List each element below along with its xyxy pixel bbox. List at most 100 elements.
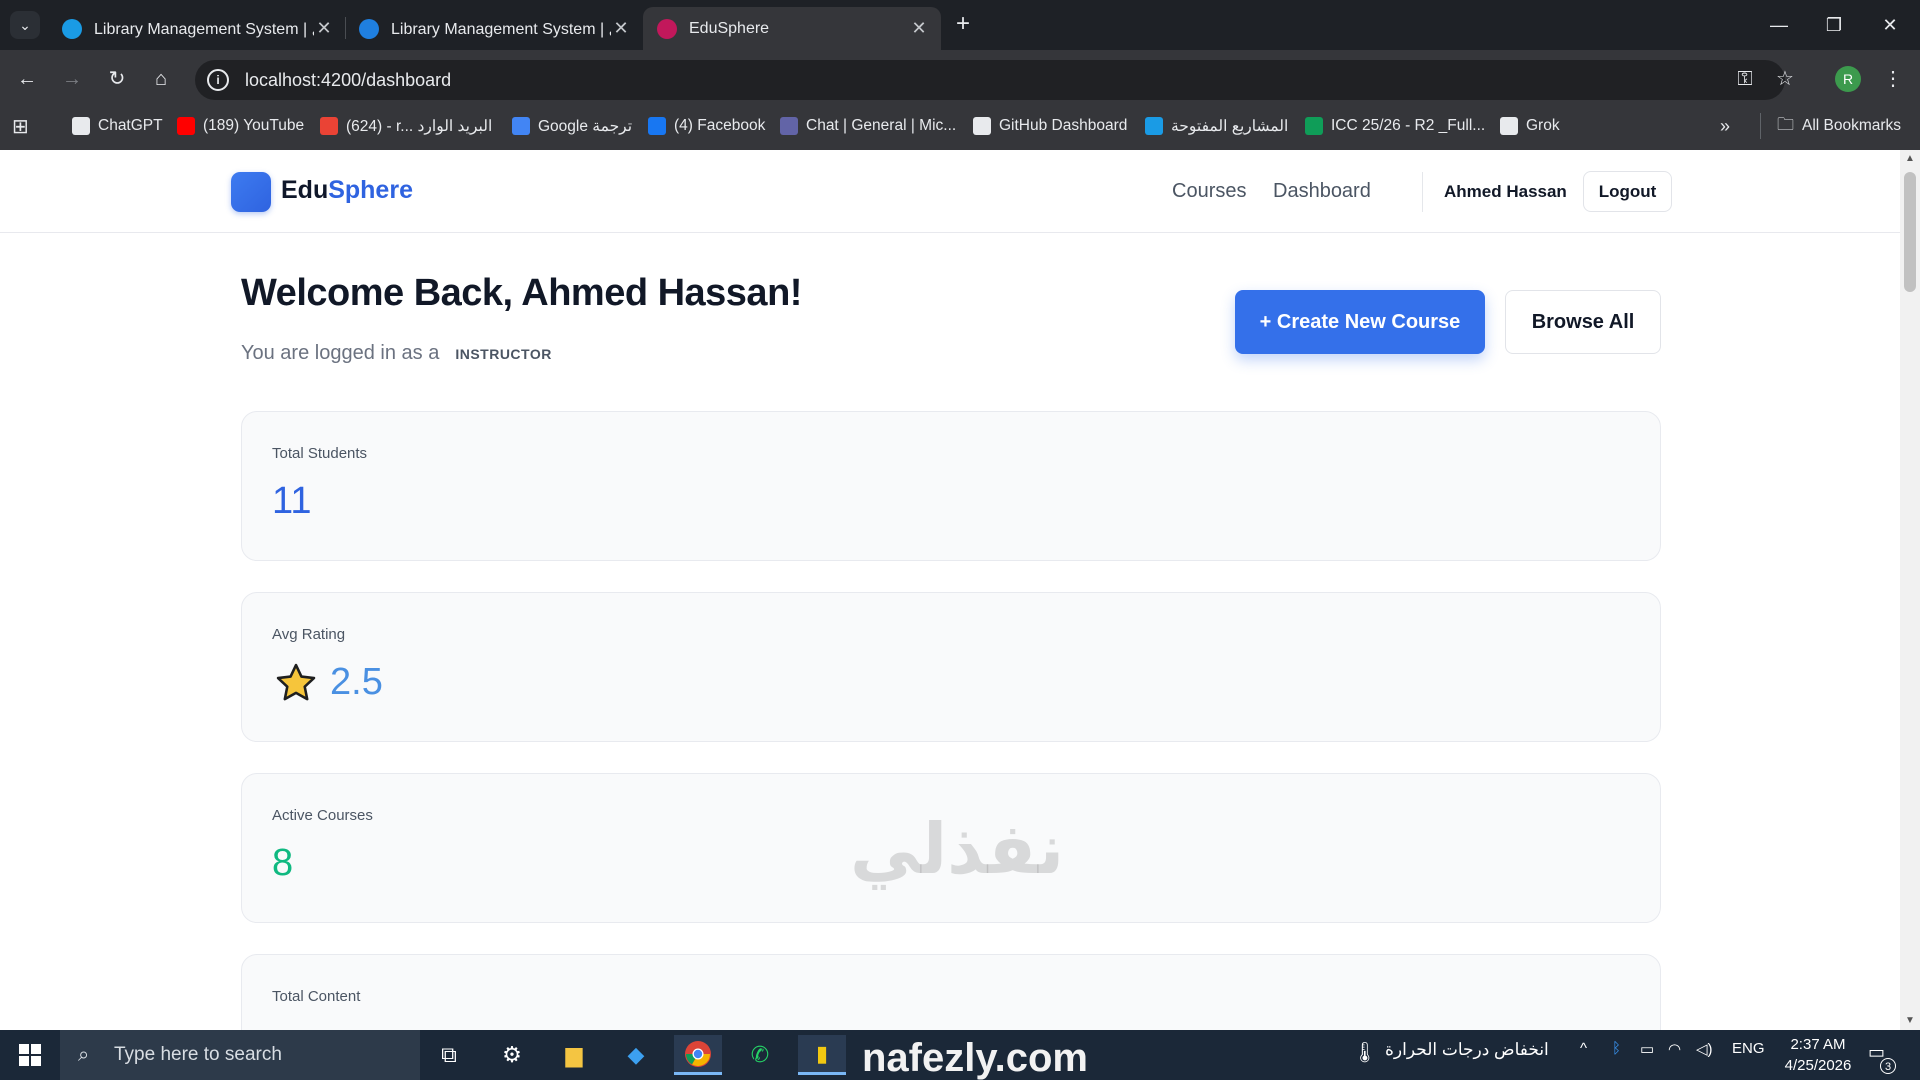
tab-search-button[interactable]: ⌄ [10, 11, 40, 39]
page-content: EduSphere Courses Dashboard Ahmed Hassan… [0, 150, 1900, 1030]
create-course-button[interactable]: + Create New Course [1235, 290, 1485, 354]
battery-icon[interactable]: ▭ [1640, 1040, 1654, 1058]
bookmark-star-button[interactable]: ☆ [1770, 64, 1800, 94]
search-placeholder: Type here to search [114, 1044, 282, 1065]
close-icon: ✕ [1882, 15, 1898, 35]
apps-button[interactable]: ⊞ [12, 113, 29, 139]
welcome-heading: Welcome Back, Ahmed Hassan! [241, 272, 802, 314]
search-icon: ⌕ [78, 1043, 90, 1066]
tab-favicon-icon [359, 18, 379, 39]
translate-icon [512, 117, 530, 135]
language-indicator[interactable]: ENG [1732, 1040, 1765, 1057]
volume-icon[interactable]: ◁) [1696, 1040, 1713, 1058]
scroll-up-icon[interactable]: ▲ [1904, 154, 1916, 164]
grok-icon [1500, 117, 1518, 135]
windows-start-icon[interactable] [18, 1043, 42, 1067]
browse-all-button[interactable]: Browse All [1505, 290, 1661, 354]
bookmark-item[interactable]: Grok [1500, 113, 1560, 139]
taskbar-clock[interactable]: 2:37 AM 4/25/2026 [1772, 1034, 1864, 1076]
forward-button[interactable]: → [57, 64, 87, 94]
browser-tab-2[interactable]: Library Management System | ل ✕ [345, 7, 643, 50]
minimize-button[interactable]: — [1759, 10, 1799, 40]
bookmark-item[interactable]: (4) Facebook [648, 113, 765, 139]
stat-card-avg-rating: Avg Rating 2.5 [241, 592, 1661, 742]
bookmark-item[interactable]: Google ترجمة [512, 113, 632, 139]
tab-favicon-icon [657, 18, 677, 39]
logo-icon[interactable] [231, 172, 271, 212]
nav-courses[interactable]: Courses [1172, 180, 1246, 203]
close-icon[interactable]: ✕ [314, 18, 334, 39]
scroll-thumb[interactable] [1904, 172, 1916, 292]
browser-tab-3[interactable]: EduSphere ✕ [643, 7, 941, 50]
bookmark-label: ChatGPT [98, 117, 163, 134]
chrome-icon [685, 1040, 711, 1067]
new-tab-button[interactable]: + [950, 11, 976, 37]
teams-icon [780, 117, 798, 135]
scroll-down-icon[interactable]: ▼ [1904, 1016, 1916, 1026]
minimize-icon: — [1770, 15, 1788, 35]
back-button[interactable]: ← [12, 64, 42, 94]
file-explorer-button[interactable]: ▆ [550, 1035, 598, 1075]
close-icon[interactable]: ✕ [611, 18, 631, 39]
grid-icon: ⊞ [12, 115, 29, 138]
more-bookmarks-button[interactable]: » [1720, 113, 1730, 139]
vscode-button[interactable]: ◆ [612, 1035, 660, 1075]
profile-avatar[interactable]: R [1835, 66, 1861, 92]
gmail-icon [320, 117, 338, 135]
stat-label: Avg Rating [272, 626, 346, 643]
bookmark-item[interactable]: ICC 25/26 - R2 _Full... [1305, 113, 1485, 139]
clock-time: 2:37 AM [1790, 1036, 1846, 1053]
settings-taskbar-button[interactable]: ⚙ [488, 1035, 536, 1075]
bookmark-item[interactable]: المشاريع المفتوحة [1145, 113, 1288, 139]
all-bookmarks-button[interactable]: 🗀 All Bookmarks [1760, 113, 1901, 139]
browser-tab-1[interactable]: Library Management System | ل ✕ [48, 7, 346, 50]
vscode-icon: ◆ [627, 1042, 645, 1067]
brand-part-1: Edu [281, 176, 329, 204]
bookmark-item[interactable]: (624) - r... البريد الوارد [320, 113, 492, 139]
browser-tab-strip: ⌄ Library Management System | ل ✕ Librar… [0, 0, 1920, 50]
bookmark-label: المشاريع المفتوحة [1171, 117, 1289, 135]
stat-value: 11 [272, 480, 312, 522]
weather-text[interactable]: انخفاض درجات الحرارة [1385, 1040, 1549, 1060]
url-text[interactable]: localhost:4200/dashboard [245, 70, 451, 91]
brand-part-2: Sphere [328, 176, 413, 204]
tab-favicon-icon [62, 18, 82, 39]
stat-label: Total Students [272, 445, 368, 462]
address-bar[interactable]: i localhost:4200/dashboard [195, 60, 1785, 100]
stat-label: Active Courses [272, 807, 373, 824]
close-window-button[interactable]: ✕ [1870, 10, 1910, 40]
home-button[interactable]: ⌂ [146, 64, 176, 94]
bookmark-item[interactable]: Chat | General | Mic... [780, 113, 956, 139]
youtube-icon [177, 117, 195, 135]
tray-overflow-icon[interactable]: ^ [1580, 1040, 1587, 1057]
bookmark-item[interactable]: (189) YouTube [177, 113, 304, 139]
bluetooth-icon[interactable]: ᛒ [1612, 1040, 1621, 1057]
home-icon: ⌂ [154, 68, 168, 90]
taskbar-search[interactable]: ⌕ Type here to search [60, 1030, 420, 1080]
browser-menu-button[interactable]: ⋮ [1878, 64, 1908, 94]
role-badge: INSTRUCTOR [455, 345, 552, 362]
whatsapp-button[interactable]: ✆ [736, 1035, 784, 1075]
star-outline-icon: ☆ [1776, 68, 1794, 90]
restore-button[interactable]: ❐ [1814, 10, 1854, 40]
reload-button[interactable]: ↻ [102, 64, 132, 94]
bookmark-label: Grok [1526, 117, 1560, 134]
chrome-button[interactable] [674, 1035, 722, 1075]
brand-logo[interactable]: EduSphere [281, 176, 413, 205]
watermark-arabic: نفذلي [850, 808, 1065, 890]
bookmark-item[interactable]: GitHub Dashboard [973, 113, 1127, 139]
bookmark-item[interactable]: ChatGPT [72, 113, 163, 139]
password-key-button[interactable]: ⚿ [1730, 64, 1760, 94]
page-scrollbar[interactable]: ▲ ▼ [1900, 150, 1920, 1030]
nav-dashboard[interactable]: Dashboard [1273, 180, 1371, 203]
wifi-icon[interactable]: ◠ [1668, 1040, 1681, 1058]
logout-button[interactable]: Logout [1583, 171, 1672, 212]
powerbi-button[interactable]: ▮ [798, 1035, 846, 1075]
site-info-icon[interactable]: i [207, 69, 229, 91]
app-header: EduSphere Courses Dashboard Ahmed Hassan… [0, 150, 1900, 233]
task-view-button[interactable]: ⧉ [425, 1035, 473, 1075]
star-icon [276, 663, 316, 701]
role-prefix: You are logged in as a [241, 342, 440, 364]
close-icon[interactable]: ✕ [909, 18, 929, 39]
facebook-icon [648, 117, 666, 135]
